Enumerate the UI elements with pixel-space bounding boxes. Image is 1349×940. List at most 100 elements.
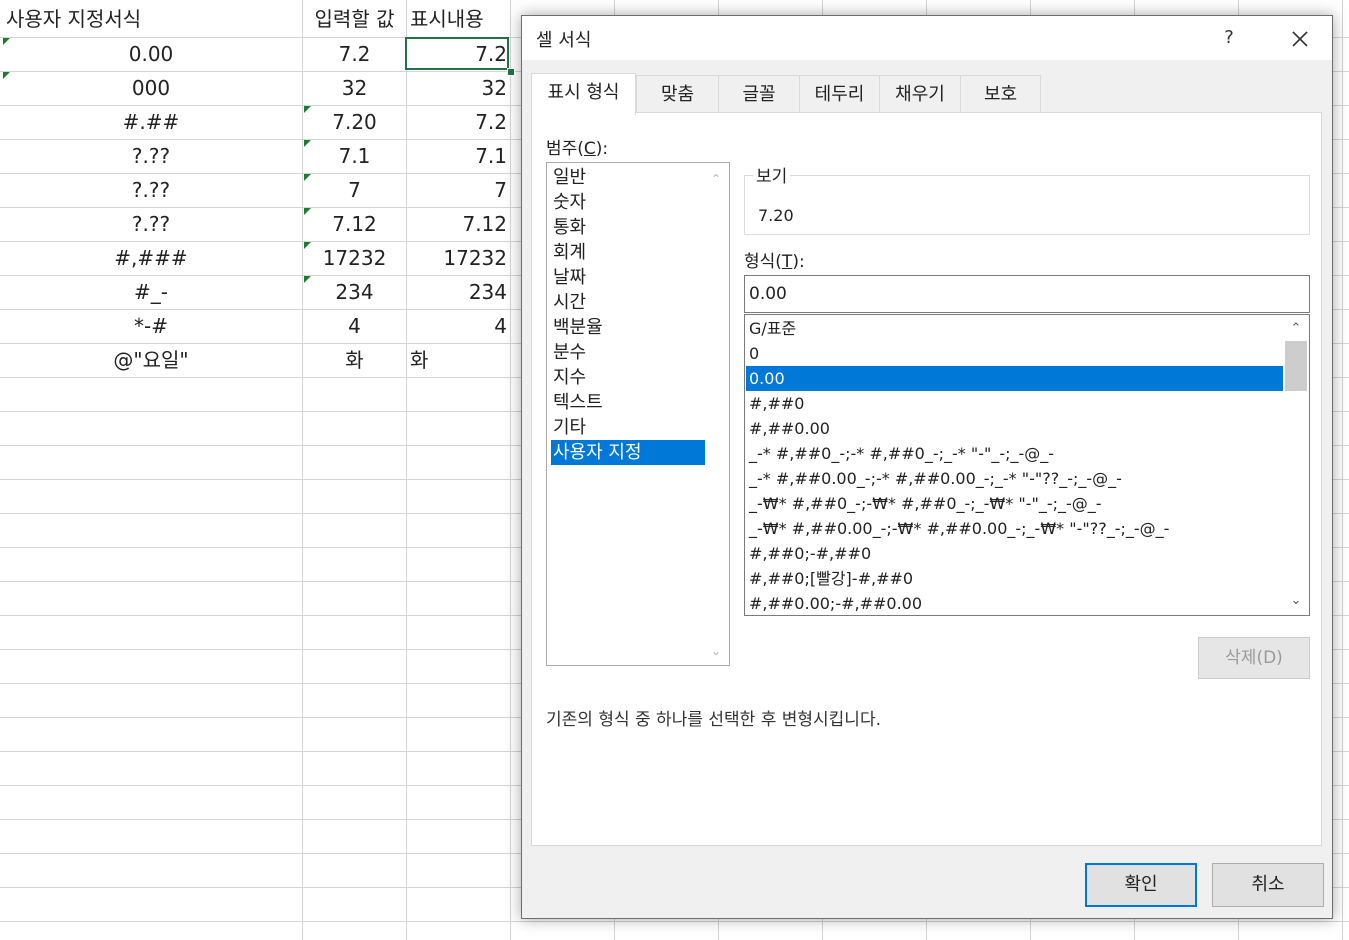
- error-indicator-icon[interactable]: [3, 72, 10, 79]
- cell-format[interactable]: ?.??: [0, 140, 302, 173]
- category-item-accounting[interactable]: 회계: [551, 240, 705, 265]
- category-item-fraction[interactable]: 분수: [551, 340, 705, 365]
- gridline: [0, 921, 1349, 922]
- cell-input[interactable]: 7.20: [303, 106, 406, 139]
- tab-border[interactable]: 테두리: [799, 75, 880, 113]
- preview-label: 보기: [753, 162, 791, 187]
- close-button[interactable]: [1274, 20, 1324, 56]
- cell-display[interactable]: 17232: [407, 242, 510, 275]
- cell-format[interactable]: #_-: [0, 276, 302, 309]
- format-type-input[interactable]: 0.00: [744, 275, 1310, 313]
- format-type-list[interactable]: G/표준 0 0.00 #,##0 #,##0.00 _-* #,##0_-;-…: [744, 314, 1310, 616]
- error-indicator-icon[interactable]: [3, 38, 10, 45]
- cell-format[interactable]: #,###: [0, 242, 302, 275]
- cell-input[interactable]: 화: [303, 344, 406, 377]
- format-item[interactable]: _-₩* #,##0.00_-;-₩* #,##0.00_-;_-₩* "-"?…: [746, 516, 1284, 541]
- cell-input[interactable]: 32: [303, 72, 406, 105]
- scroll-down-icon[interactable]: ⌄: [708, 643, 724, 659]
- tab-fill[interactable]: 채우기: [879, 75, 961, 113]
- cell-display[interactable]: 7.1: [407, 140, 510, 173]
- error-indicator-icon[interactable]: [304, 106, 311, 113]
- cell-header-format[interactable]: 사용자 지정서식: [6, 3, 302, 36]
- hint-text: 기존의 형식 중 하나를 선택한 후 변형시킵니다.: [546, 710, 881, 730]
- category-item-date[interactable]: 날짜: [551, 265, 705, 290]
- category-item-currency[interactable]: 통화: [551, 215, 705, 240]
- cell-format[interactable]: ?.??: [0, 208, 302, 241]
- tab-alignment[interactable]: 맞춤: [636, 75, 719, 113]
- category-item-custom[interactable]: 사용자 지정: [551, 440, 705, 465]
- format-item[interactable]: _-₩* #,##0_-;-₩* #,##0_-;_-₩* "-"_-;_-@_…: [746, 491, 1284, 516]
- cell-display[interactable]: 화: [407, 344, 510, 377]
- gridline: [510, 0, 511, 940]
- cell-format[interactable]: ?.??: [0, 174, 302, 207]
- cell-display[interactable]: 234: [407, 276, 510, 309]
- cell-format[interactable]: #.##: [0, 106, 302, 139]
- category-label: 범주(C):: [546, 139, 609, 159]
- category-item-general[interactable]: 일반: [551, 165, 705, 190]
- scroll-up-icon[interactable]: ⌃: [1288, 321, 1304, 337]
- fill-handle[interactable]: [507, 68, 515, 76]
- format-item[interactable]: #,##0.00;-#,##0.00: [746, 591, 1284, 615]
- format-item[interactable]: 0: [746, 341, 1284, 366]
- cell-format[interactable]: @"요일": [0, 344, 302, 377]
- scroll-up-icon[interactable]: ⌃: [708, 171, 724, 187]
- cell-input[interactable]: 17232: [303, 242, 406, 275]
- category-item-text[interactable]: 텍스트: [551, 390, 705, 415]
- cancel-button[interactable]: 취소: [1212, 863, 1324, 907]
- error-indicator-icon[interactable]: [304, 208, 311, 215]
- preview-value: 7.20: [758, 206, 794, 225]
- dialog-title: 셀 서식: [536, 30, 592, 51]
- dialog-tabs: 표시 형식 맞춤 글꼴 테두리 채우기 보호: [531, 73, 1331, 115]
- format-item[interactable]: #,##0;-#,##0: [746, 541, 1284, 566]
- cell-format[interactable]: 000: [0, 72, 302, 105]
- error-indicator-icon[interactable]: [304, 174, 311, 181]
- tab-number[interactable]: 표시 형식: [531, 73, 636, 115]
- cell-input[interactable]: 7.2: [303, 38, 406, 71]
- cell-display[interactable]: 4: [407, 310, 510, 343]
- cell-input[interactable]: 7.1: [303, 140, 406, 173]
- format-item[interactable]: _-* #,##0.00_-;-* #,##0.00_-;_-* "-"??_-…: [746, 466, 1284, 491]
- cell-display[interactable]: 7.12: [407, 208, 510, 241]
- tab-protection[interactable]: 보호: [960, 75, 1041, 113]
- format-type-label: 형식(T):: [744, 252, 805, 272]
- category-item-percentage[interactable]: 백분율: [551, 315, 705, 340]
- format-item-selected[interactable]: 0.00: [746, 366, 1284, 391]
- category-list[interactable]: 일반 숫자 통화 회계 날짜 시간 백분율 분수 지수 텍스트 기타 사용자 지…: [546, 162, 730, 666]
- dialog-titlebar[interactable]: 셀 서식 ?: [522, 16, 1332, 60]
- cell-display[interactable]: 32: [407, 72, 510, 105]
- cell-input[interactable]: 7.12: [303, 208, 406, 241]
- scrollbar-thumb[interactable]: [1285, 341, 1307, 391]
- category-item-number[interactable]: 숫자: [551, 190, 705, 215]
- ok-button[interactable]: 확인: [1085, 863, 1197, 907]
- active-cell-border[interactable]: [405, 37, 509, 70]
- delete-button[interactable]: 삭제(D): [1198, 637, 1310, 679]
- gridline: [1342, 0, 1343, 940]
- format-item[interactable]: #,##0: [746, 391, 1284, 416]
- scroll-down-icon[interactable]: ⌄: [1288, 593, 1304, 609]
- format-item[interactable]: G/표준: [746, 316, 1284, 341]
- cell-display[interactable]: 7.2: [407, 106, 510, 139]
- category-item-time[interactable]: 시간: [551, 290, 705, 315]
- format-list-scrollbar[interactable]: ⌃ ⌄: [1283, 315, 1309, 615]
- error-indicator-icon[interactable]: [304, 276, 311, 283]
- cell-format[interactable]: 0.00: [0, 38, 302, 71]
- tab-font[interactable]: 글꼴: [718, 75, 800, 113]
- format-cells-dialog: 셀 서식 ? 표시 형식 맞춤 글꼴 테두리 채우기 보호 범주(C): 일반 …: [521, 15, 1333, 919]
- cell-header-input[interactable]: 입력할 값: [303, 3, 406, 36]
- preview-group: 보기 7.20: [744, 162, 1310, 235]
- format-item[interactable]: #,##0.00: [746, 416, 1284, 441]
- category-item-special[interactable]: 기타: [551, 415, 705, 440]
- cell-input[interactable]: 7: [303, 174, 406, 207]
- format-item[interactable]: #,##0;[빨강]-#,##0: [746, 566, 1284, 591]
- cell-header-display[interactable]: 표시내용: [407, 3, 510, 36]
- format-item[interactable]: _-* #,##0_-;-* #,##0_-;_-* "-"_-;_-@_-: [746, 441, 1284, 466]
- close-icon: [1292, 31, 1308, 47]
- cell-input[interactable]: 234: [303, 276, 406, 309]
- error-indicator-icon[interactable]: [304, 242, 311, 249]
- category-item-scientific[interactable]: 지수: [551, 365, 705, 390]
- cell-format[interactable]: *-#: [0, 310, 302, 343]
- error-indicator-icon[interactable]: [304, 140, 311, 147]
- help-button[interactable]: ?: [1204, 22, 1254, 54]
- cell-display[interactable]: 7: [407, 174, 510, 207]
- cell-input[interactable]: 4: [303, 310, 406, 343]
